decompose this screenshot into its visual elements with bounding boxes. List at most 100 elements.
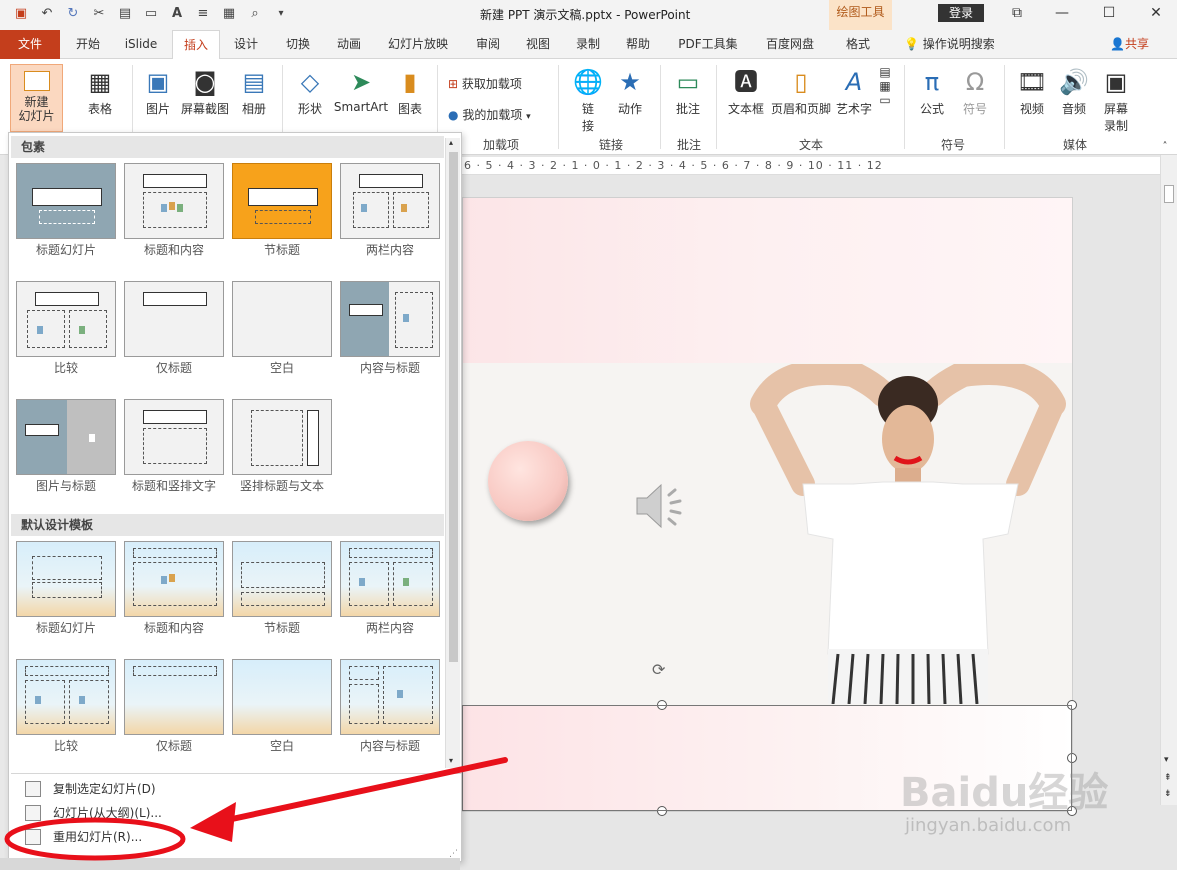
tab-help[interactable]: 帮助 bbox=[620, 30, 656, 59]
layout-title-only[interactable]: 仅标题 bbox=[124, 281, 224, 376]
scroll-thumb[interactable] bbox=[1164, 185, 1174, 203]
group-label-addins: 加载项 bbox=[482, 138, 519, 152]
screenshot-button[interactable]: ◙ 屏幕截图 bbox=[180, 67, 230, 117]
new-slide-icon bbox=[23, 71, 50, 91]
table-button[interactable]: ▦ 表格 bbox=[80, 67, 120, 117]
customize-qat-icon[interactable]: ▾ bbox=[270, 4, 292, 24]
tab-slideshow[interactable]: 幻灯片放映 bbox=[382, 30, 454, 59]
layout-picture-caption[interactable]: 图片与标题 bbox=[16, 399, 116, 494]
tab-insert[interactable]: 插入 bbox=[172, 30, 220, 60]
video-button[interactable]: 🎞 视频 bbox=[1012, 67, 1052, 117]
link-button[interactable]: 🌐 链 接 bbox=[570, 67, 606, 134]
layout-content-caption[interactable]: 内容与标题 bbox=[340, 281, 440, 376]
tab-home[interactable]: 开始 bbox=[70, 30, 106, 59]
tab-transitions[interactable]: 切换 bbox=[280, 30, 316, 59]
template-comparison[interactable]: 比较 bbox=[16, 659, 116, 754]
layout-blank[interactable]: 空白 bbox=[232, 281, 332, 376]
tab-record[interactable]: 录制 bbox=[570, 30, 606, 59]
scroll-down-arrow-icon[interactable]: ▾ bbox=[1164, 755, 1169, 765]
layout-label: 竖排标题与文本 bbox=[239, 479, 324, 493]
tab-islide[interactable]: iSlide bbox=[118, 30, 164, 59]
rotate-handle-icon[interactable]: ⟳ bbox=[652, 660, 665, 679]
redo-icon[interactable]: ↻ bbox=[62, 4, 84, 24]
tab-design[interactable]: 设计 bbox=[228, 30, 264, 59]
baidu-watermark: Baidu经验 bbox=[900, 770, 1109, 816]
help-search[interactable]: 💡 操作说明搜索 bbox=[904, 30, 995, 59]
template-blank[interactable]: 空白 bbox=[232, 659, 332, 754]
reuse-slides-command[interactable]: 重用幻灯片(R)... bbox=[19, 825, 439, 849]
screen-icon[interactable]: ▭ bbox=[140, 4, 162, 24]
save-icon[interactable]: ▣ bbox=[10, 4, 32, 24]
share-button[interactable]: 👤共享 bbox=[1110, 30, 1149, 59]
tab-pdf-tools[interactable]: PDF工具集 bbox=[672, 30, 744, 59]
command-label: 幻灯片(从大纲)(L)... bbox=[53, 806, 162, 820]
next-slide-icon[interactable]: ⇟ bbox=[1164, 789, 1172, 799]
screen-record-button[interactable]: ▣ 屏幕 录制 bbox=[1096, 67, 1136, 134]
template-title-content[interactable]: 标题和内容 bbox=[124, 541, 224, 636]
scroll-down-arrow-icon[interactable]: ▾ bbox=[449, 756, 453, 765]
layout-section-header[interactable]: 节标题 bbox=[232, 163, 332, 258]
login-button[interactable]: 登录 bbox=[938, 4, 984, 22]
align-icon[interactable]: ≡ bbox=[192, 4, 214, 24]
action-button[interactable]: ★ 动作 bbox=[612, 67, 648, 117]
pink-circle-shape[interactable] bbox=[488, 441, 568, 521]
preview-icon[interactable]: ⌕ bbox=[244, 4, 266, 24]
tab-view[interactable]: 视图 bbox=[520, 30, 556, 59]
layout-vertical-title-text[interactable]: 竖排标题与文本 bbox=[232, 399, 332, 494]
comment-button[interactable]: ▭ 批注 bbox=[668, 67, 708, 117]
template-section-header[interactable]: 节标题 bbox=[232, 541, 332, 636]
group-label-links: 链接 bbox=[598, 138, 623, 152]
layout-title-vertical-text[interactable]: 标题和竖排文字 bbox=[124, 399, 224, 494]
tab-format[interactable]: 格式 bbox=[838, 30, 878, 59]
panel-scrollbar[interactable]: ▴ ▾ bbox=[445, 138, 460, 768]
equation-button[interactable]: π 公式 bbox=[912, 67, 952, 117]
audio-speaker-icon[interactable] bbox=[633, 481, 693, 531]
tab-review[interactable]: 审阅 bbox=[470, 30, 506, 59]
layout-two-content[interactable]: 两栏内容 bbox=[340, 163, 440, 258]
prev-slide-icon[interactable]: ⇞ bbox=[1164, 773, 1172, 783]
collapse-ribbon-icon[interactable]: ˄ bbox=[1158, 141, 1172, 152]
my-addins-label: 我的加载项 bbox=[462, 108, 523, 122]
chart-button[interactable]: ▮ 图表 bbox=[394, 67, 426, 117]
template-title-only[interactable]: 仅标题 bbox=[124, 659, 224, 754]
minimize-icon[interactable]: — bbox=[1050, 2, 1074, 24]
smartart-button[interactable]: ➤ SmartArt bbox=[332, 67, 390, 114]
tab-file[interactable]: 文件 bbox=[0, 30, 60, 59]
layout-icon[interactable]: ▦ bbox=[218, 4, 240, 24]
close-icon[interactable]: ✕ bbox=[1144, 2, 1168, 24]
font-color-icon[interactable]: A bbox=[166, 4, 188, 24]
tab-baidu-netdisk[interactable]: 百度网盘 bbox=[760, 30, 820, 59]
model-photo[interactable] bbox=[743, 364, 1073, 704]
get-addins-button[interactable]: ⊞ 获取加载项 bbox=[448, 75, 534, 92]
template-content-caption[interactable]: 内容与标题 bbox=[340, 659, 440, 754]
scroll-up-arrow-icon[interactable]: ▴ bbox=[449, 138, 453, 147]
template-title-slide[interactable]: 标题幻灯片 bbox=[16, 541, 116, 636]
tab-animations[interactable]: 动画 bbox=[331, 30, 367, 59]
picture-button[interactable]: ▣ 图片 bbox=[140, 67, 176, 117]
date-time-button[interactable]: ▤ ▦ ▭ bbox=[876, 65, 894, 107]
maximize-icon[interactable]: ☐ bbox=[1097, 2, 1121, 24]
slide-vertical-scrollbar[interactable]: ▾ ⇞ ⇟ bbox=[1160, 155, 1177, 805]
my-addins-button[interactable]: ● 我的加载项 ▾ bbox=[448, 106, 548, 123]
layout-comparison[interactable]: 比较 bbox=[16, 281, 116, 376]
group-label-comments: 批注 bbox=[676, 138, 701, 152]
header-footer-button[interactable]: ▯ 页眉和页脚 bbox=[768, 67, 834, 117]
textbox-button[interactable]: 🅰 文本框 bbox=[724, 67, 768, 117]
symbol-button[interactable]: Ω 符号 bbox=[955, 67, 995, 117]
layout-title-content[interactable]: 标题和内容 bbox=[124, 163, 224, 258]
layout-title-slide[interactable]: 标题幻灯片 bbox=[16, 163, 116, 258]
template-two-content[interactable]: 两栏内容 bbox=[340, 541, 440, 636]
slides-from-outline-command[interactable]: 幻灯片(从大纲)(L)... bbox=[19, 801, 439, 825]
audio-button[interactable]: 🔊 音频 bbox=[1054, 67, 1094, 117]
format-icon[interactable]: ▤ bbox=[114, 4, 136, 24]
new-slide-button[interactable]: 新建 幻灯片 bbox=[10, 64, 63, 132]
panel-scroll-thumb[interactable] bbox=[449, 152, 458, 662]
duplicate-slide-command[interactable]: 复制选定幻灯片(D) bbox=[19, 777, 439, 801]
get-addins-label: 获取加载项 bbox=[461, 77, 522, 91]
wordart-button[interactable]: A 艺术字 bbox=[834, 67, 874, 117]
shape-button[interactable]: ◇ 形状 bbox=[292, 67, 328, 117]
undo-icon[interactable]: ↶ bbox=[36, 4, 58, 24]
cut-icon[interactable]: ✂ bbox=[88, 4, 110, 24]
album-button[interactable]: ▤ 相册 bbox=[236, 67, 272, 117]
ribbon-display-icon[interactable]: ⧉ bbox=[1005, 2, 1029, 24]
